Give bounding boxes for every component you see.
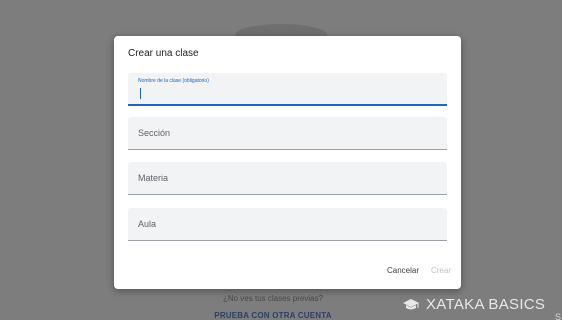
section-field[interactable]: Sección (128, 117, 447, 150)
watermark: XATAKA BASICS (402, 296, 545, 313)
screen: ¿No ves tus clases previas? PRUEBA CON O… (0, 0, 562, 320)
create-button[interactable]: Crear (431, 266, 451, 275)
section-label: Sección (138, 128, 171, 138)
subject-field[interactable]: Materia (128, 162, 447, 195)
class-name-field[interactable]: Nombre de la clase (obligatorio) (128, 73, 447, 106)
graduation-cap-icon (402, 298, 420, 312)
class-name-input[interactable] (138, 87, 433, 99)
subject-label: Materia (138, 173, 169, 183)
class-name-label: Nombre de la clase (obligatorio) (138, 78, 209, 84)
create-class-dialog: Crear una clase Nombre de la clase (obli… (114, 36, 461, 289)
watermark-text: XATAKA BASICS (426, 296, 546, 313)
watermark-edge-char: S (555, 312, 562, 320)
room-label: Aula (138, 219, 157, 229)
text-cursor (140, 88, 141, 99)
cancel-button[interactable]: Cancelar (387, 266, 419, 275)
dialog-title: Crear una clase (128, 48, 199, 59)
room-field[interactable]: Aula (128, 208, 447, 241)
dialog-actions: Cancelar Crear (387, 266, 451, 275)
